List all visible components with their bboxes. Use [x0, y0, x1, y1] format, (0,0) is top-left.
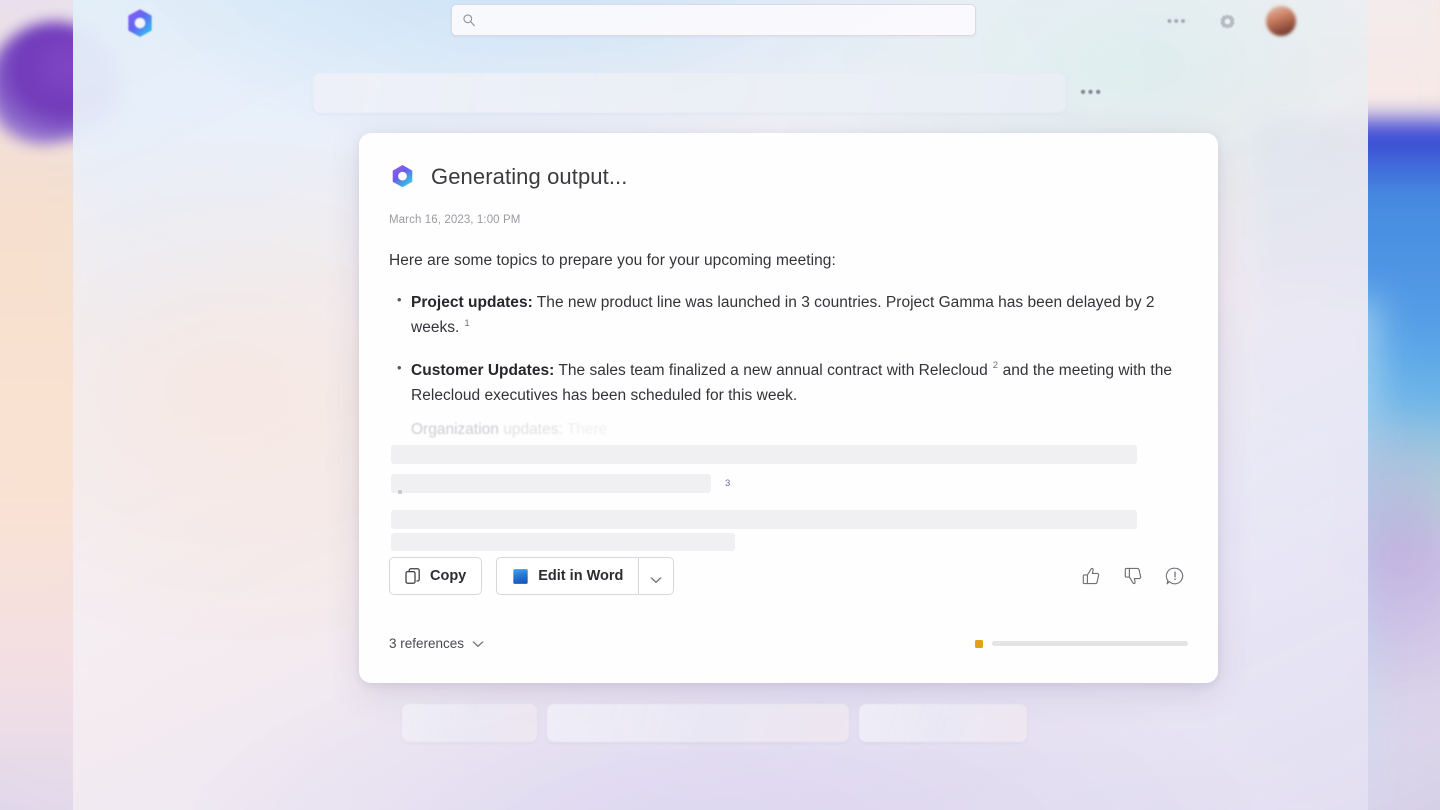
- search-input[interactable]: [484, 13, 965, 27]
- copy-button-label: Copy: [430, 568, 467, 584]
- edit-in-word-label: Edit in Word: [538, 568, 624, 584]
- suggestion-chip[interactable]: [402, 704, 537, 742]
- card-header: Generating output...: [389, 163, 1188, 190]
- intro-text: Here are some topics to prepare you for …: [389, 252, 836, 269]
- skeleton-bar: [391, 445, 1137, 464]
- avatar[interactable]: [1266, 6, 1296, 36]
- timestamp: March 16, 2023, 1:00 PM: [389, 214, 521, 226]
- progress-status-dot: [975, 639, 983, 648]
- list-item: Customer Updates: The sales team finaliz…: [389, 357, 1188, 409]
- prompt-more-options-button[interactable]: •••: [1080, 85, 1103, 101]
- feedback-controls: [1078, 563, 1188, 589]
- search-icon: [462, 13, 476, 27]
- more-options-button[interactable]: •••: [1166, 10, 1188, 32]
- app-window: ••• ••• Generating output... March 16, 2…: [73, 0, 1368, 810]
- references-toggle[interactable]: 3 references: [389, 636, 484, 651]
- prompt-input[interactable]: [313, 73, 1067, 113]
- references-label: 3 references: [389, 636, 465, 651]
- prompt-row: •••: [313, 72, 1103, 114]
- copy-button[interactable]: Copy: [389, 557, 483, 595]
- skeleton-bullet: [398, 490, 402, 494]
- app-top-bar: •••: [73, 0, 1368, 42]
- chevron-down-icon: [650, 572, 662, 583]
- ghost-text-part: Organization: [411, 421, 499, 438]
- bullet-label: Project updates:: [411, 294, 533, 311]
- skeleton-bar: [391, 533, 735, 551]
- skeleton-bar: [391, 474, 711, 493]
- citation-marker[interactable]: 3: [725, 478, 730, 489]
- report-concern-icon[interactable]: [1162, 563, 1188, 589]
- suggestion-chip[interactable]: [859, 704, 1027, 742]
- bullet-list: Project updates: The new product line wa…: [389, 289, 1188, 409]
- suggestion-chip[interactable]: [547, 704, 849, 742]
- bullet-text: The sales team finalized a new annual co…: [554, 361, 988, 379]
- ghost-text-part: There: [566, 421, 608, 438]
- generation-progress: [975, 639, 1188, 648]
- edit-in-word-dropdown-button[interactable]: [638, 557, 675, 595]
- top-bar-controls: •••: [1166, 0, 1296, 42]
- suggestion-chips: [402, 704, 1027, 742]
- more-options-label: •••: [1166, 12, 1188, 30]
- edit-in-word-split-button: Edit in Word: [496, 557, 675, 595]
- search-box[interactable]: [451, 4, 976, 36]
- thumbs-down-icon[interactable]: [1120, 563, 1146, 589]
- edit-in-word-button[interactable]: Edit in Word: [496, 557, 639, 595]
- skeleton-bar: [391, 510, 1137, 529]
- thumbs-up-icon[interactable]: [1078, 563, 1104, 589]
- bullet-label: Customer Updates:: [411, 361, 555, 379]
- gear-icon[interactable]: [1216, 10, 1238, 32]
- card-footer: 3 references: [389, 636, 1188, 651]
- copy-icon: [405, 567, 421, 585]
- chevron-down-icon: [472, 636, 484, 651]
- ghost-text: Organization updates: There: [411, 421, 607, 439]
- copilot-icon: [389, 163, 416, 190]
- list-item: Project updates: The new product line wa…: [389, 289, 1188, 341]
- word-document-icon: [512, 568, 529, 585]
- ghost-text-part: updates:: [503, 421, 563, 438]
- progress-bar: [992, 641, 1188, 646]
- citation-marker[interactable]: 1: [464, 318, 469, 329]
- response-card: Generating output... March 16, 2023, 1:0…: [359, 133, 1218, 683]
- screen: ••• ••• Generating output... March 16, 2…: [0, 0, 1440, 810]
- copilot-logo-icon[interactable]: [123, 6, 157, 40]
- action-bar: Copy Edit in Word: [389, 557, 1188, 595]
- streaming-placeholder: Organization updates: There 3: [389, 421, 1188, 551]
- page-title: Generating output...: [431, 163, 628, 189]
